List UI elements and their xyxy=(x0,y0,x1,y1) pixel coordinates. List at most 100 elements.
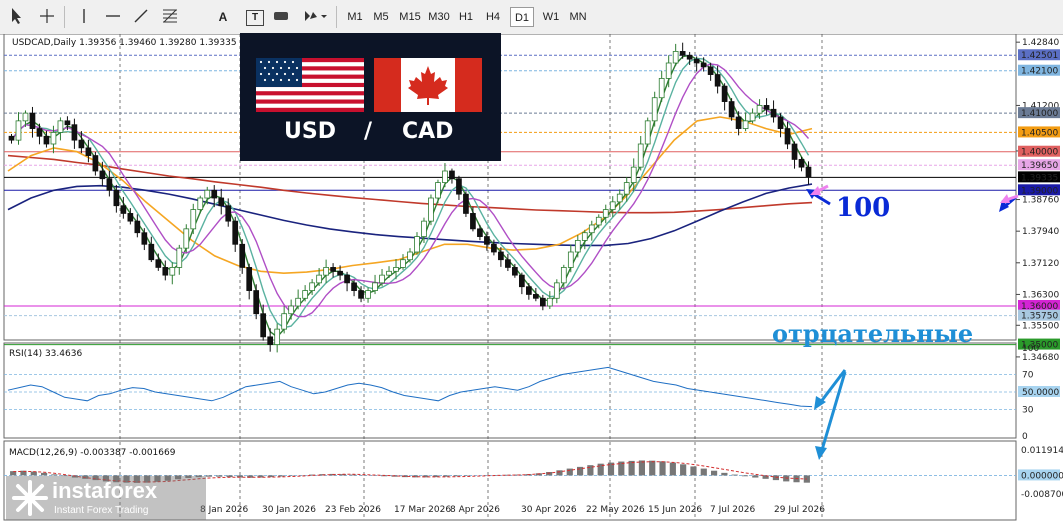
candle-body xyxy=(546,297,553,307)
tf-h1-button[interactable]: H1 xyxy=(455,7,477,27)
candle-body xyxy=(43,135,50,145)
candle-body xyxy=(567,251,574,268)
tf-m30-button[interactable]: M30 xyxy=(426,7,452,27)
trendline-icon[interactable] xyxy=(132,7,150,27)
text-icon[interactable]: A xyxy=(216,7,230,27)
candle-body xyxy=(344,274,350,284)
candle-body xyxy=(756,105,763,114)
candle-body xyxy=(526,286,532,295)
candle-body xyxy=(141,232,148,245)
fibonacci-icon[interactable] xyxy=(160,7,180,27)
candle-body xyxy=(777,116,784,129)
candle-body xyxy=(316,274,322,284)
candle-body xyxy=(742,120,749,129)
candle-body xyxy=(8,135,15,141)
cad-flag-icon xyxy=(374,58,482,112)
candle-body xyxy=(602,209,609,218)
price-tick-label: 1.36300 xyxy=(1022,290,1059,300)
candle-body xyxy=(64,120,71,126)
candle-body xyxy=(57,120,64,133)
crosshair-icon[interactable] xyxy=(38,7,56,27)
candle-body xyxy=(400,259,406,268)
candle-body xyxy=(560,267,567,284)
candle-body xyxy=(106,178,113,191)
candle-body xyxy=(239,243,246,268)
rsi-negative-annotation: отрцательные xyxy=(772,319,973,348)
macd-title: MACD(12,26,9) -0.003387 -0.001669 xyxy=(9,448,176,458)
candle-body xyxy=(644,120,651,145)
candle-body xyxy=(784,128,791,145)
horizontal-line-icon[interactable] xyxy=(104,7,122,27)
candle-body xyxy=(78,139,85,149)
arrows-icon[interactable] xyxy=(302,7,328,27)
tf-h4-button[interactable]: H4 xyxy=(482,7,504,27)
candle-body xyxy=(274,328,281,345)
date-tick-label: 30 Jan 2026 xyxy=(262,505,316,515)
candle-body xyxy=(470,213,476,230)
rsi-tick-label: 70 xyxy=(1022,370,1034,380)
shapes-icon[interactable] xyxy=(272,7,290,27)
candle-body xyxy=(805,166,812,178)
candle-body xyxy=(204,189,211,199)
candle-body xyxy=(658,78,665,99)
candle-body xyxy=(92,155,99,172)
cursor-icon[interactable] xyxy=(8,7,26,27)
label-icon[interactable]: T xyxy=(246,10,264,26)
candle-body xyxy=(253,290,260,315)
candle-body xyxy=(735,116,742,129)
candle-body xyxy=(728,101,735,118)
candle-body xyxy=(393,267,399,272)
candle-body xyxy=(763,105,770,110)
tf-w1-button[interactable]: W1 xyxy=(539,7,563,27)
tf-d1-button[interactable]: D1 xyxy=(510,7,534,27)
candle-body xyxy=(498,251,504,261)
candle-body xyxy=(113,189,120,207)
date-tick-label: 8 Jan 2026 xyxy=(200,505,248,515)
candle-body xyxy=(407,251,413,261)
candle-body xyxy=(435,182,441,199)
chart-title: USDCAD,Daily 1.39356 1.39460 1.39280 1.3… xyxy=(12,38,237,48)
tf-m15-button[interactable]: M15 xyxy=(397,7,423,27)
candle-body xyxy=(379,274,385,284)
rsi-tick-label: 100 xyxy=(1022,344,1039,354)
candle-body xyxy=(330,267,336,272)
candle-body xyxy=(71,124,78,141)
candle-body xyxy=(609,201,616,210)
currency-banner: USD / CAD xyxy=(240,33,501,161)
candle-body xyxy=(456,178,462,195)
price-level-label: 1.40500 xyxy=(1021,128,1058,138)
candle-body xyxy=(15,120,22,141)
base-currency-label: USD xyxy=(284,119,336,144)
price-level-label: 1.39650 xyxy=(1021,161,1058,171)
date-tick-label: 15 Jun 2026 xyxy=(648,505,702,515)
price-tick-label: 1.42840 xyxy=(1022,38,1059,48)
chart-area[interactable]: 1.428401.412001.400201.387601.379401.371… xyxy=(0,34,1063,522)
price-level-label: 1.40000 xyxy=(1021,148,1058,158)
price-level-label: 1.35750 xyxy=(1021,312,1058,322)
candle-body xyxy=(707,66,714,75)
candle-body xyxy=(512,267,518,276)
macd-tick-label: 0.000000 xyxy=(1021,471,1063,481)
candle-body xyxy=(616,193,623,203)
price-pane xyxy=(3,34,1017,341)
candle-body xyxy=(29,112,36,129)
candle-body xyxy=(519,274,525,288)
tf-mn-button[interactable]: MN xyxy=(566,7,590,27)
instaforex-logo-icon xyxy=(12,480,48,516)
candle-body xyxy=(714,74,721,87)
candle-body xyxy=(22,112,29,122)
price-level-label: 1.39000 xyxy=(1021,186,1058,196)
candle-body xyxy=(309,282,315,291)
date-tick-label: 17 Mar 2026 xyxy=(394,505,451,515)
vertical-line-icon[interactable] xyxy=(76,7,92,27)
candle-body xyxy=(295,297,301,307)
candle-body xyxy=(267,336,274,345)
candle-body xyxy=(798,159,805,168)
tf-m5-button[interactable]: M5 xyxy=(370,7,392,27)
candle-body xyxy=(120,205,127,214)
candle-body xyxy=(246,267,253,291)
candle-body xyxy=(211,189,218,199)
tf-m1-button[interactable]: M1 xyxy=(344,7,366,27)
candle-body xyxy=(127,213,134,222)
candle-body xyxy=(190,209,197,230)
